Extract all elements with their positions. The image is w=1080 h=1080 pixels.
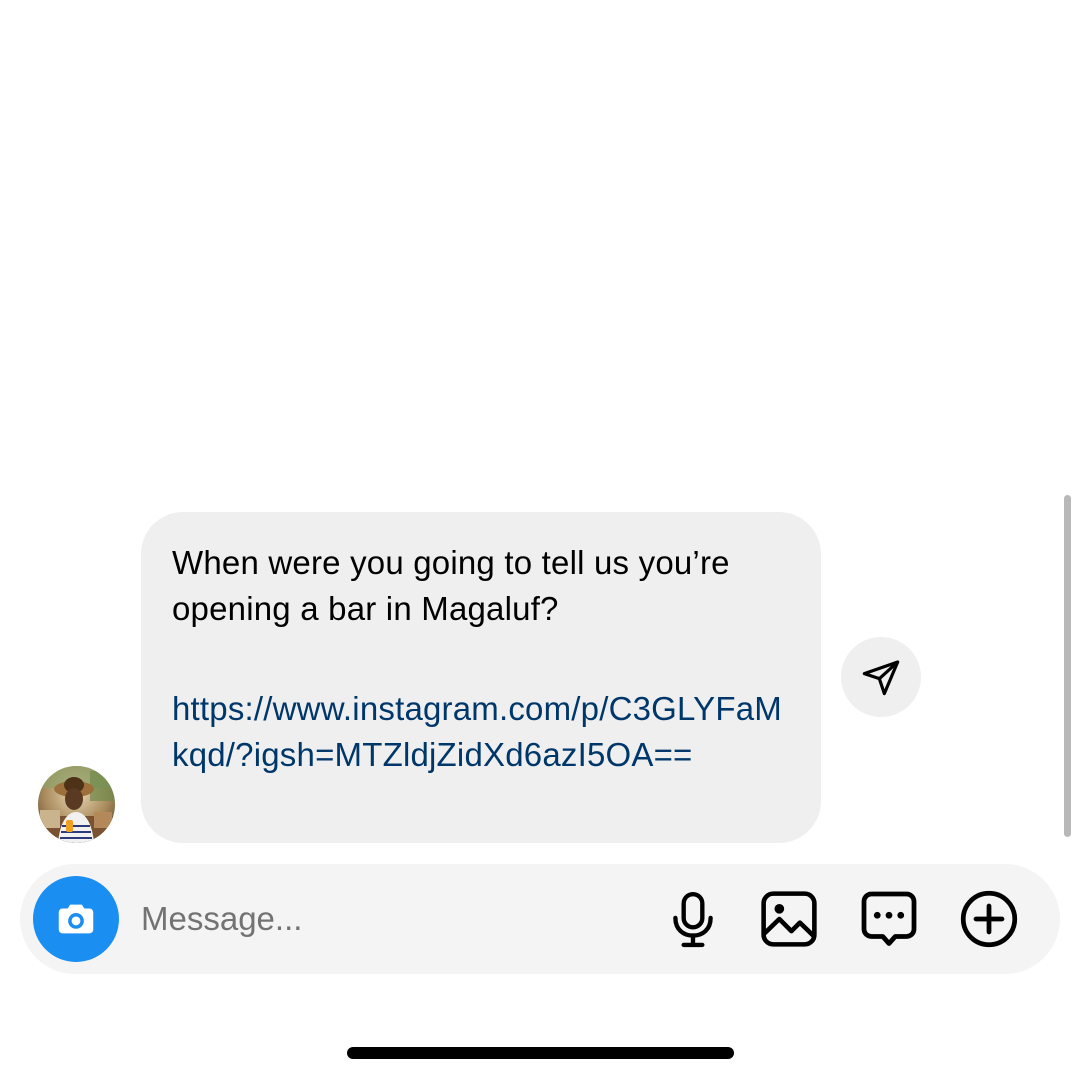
message-input[interactable] (141, 894, 521, 944)
gallery-button[interactable] (759, 889, 819, 949)
camera-button[interactable] (33, 876, 119, 962)
home-indicator[interactable] (347, 1047, 734, 1059)
scrollbar[interactable] (1064, 495, 1071, 837)
message-bubble[interactable]: When were you going to tell us you’re op… (141, 512, 821, 843)
message-composer (20, 864, 1060, 974)
microphone-icon (673, 891, 713, 948)
avatar-photo (38, 766, 115, 843)
microphone-button[interactable] (663, 889, 723, 949)
add-button[interactable] (959, 889, 1019, 949)
message-link[interactable]: https://www.instagram.com/p/C3GLYFaMkqd/… (172, 686, 791, 778)
message-text: When were you going to tell us you’re op… (172, 544, 730, 627)
share-button[interactable] (841, 637, 921, 717)
plus-circle-icon (960, 890, 1018, 948)
camera-icon (58, 904, 94, 934)
sticker-chat-icon (861, 891, 917, 946)
sticker-chat-button[interactable] (859, 889, 919, 949)
sender-avatar[interactable] (38, 766, 115, 843)
gallery-icon (761, 891, 817, 947)
chat-screen: When were you going to tell us you’re op… (0, 0, 1080, 1080)
paper-plane-icon (862, 660, 900, 696)
